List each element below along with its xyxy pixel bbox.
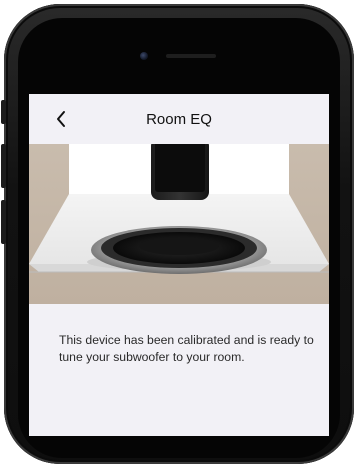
front-camera xyxy=(140,52,148,60)
page-title: Room EQ xyxy=(146,111,212,128)
room-eq-illustration xyxy=(29,144,329,304)
phone-illustration xyxy=(151,144,209,200)
volume-up-button xyxy=(1,144,6,188)
earpiece-speaker xyxy=(166,54,216,58)
navigation-bar: Room EQ xyxy=(29,94,329,144)
mute-switch xyxy=(1,100,6,124)
volume-down-button xyxy=(1,200,6,244)
calibration-message: This device has been calibrated and is r… xyxy=(59,333,314,364)
app-screen: Room EQ This device has been calibrated … xyxy=(29,94,329,436)
